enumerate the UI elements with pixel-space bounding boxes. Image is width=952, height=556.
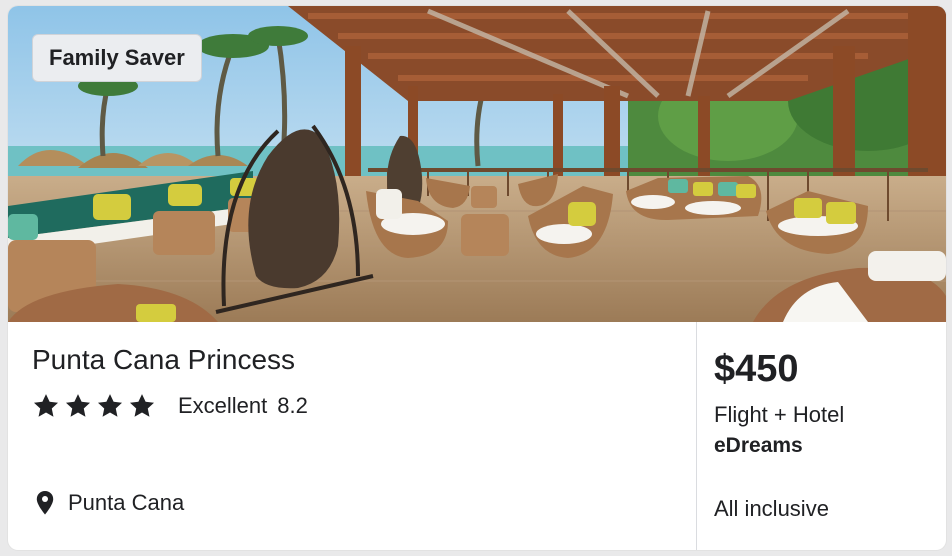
hotel-info: Punta Cana Princess Excellent 8.2 Punta …: [8, 322, 696, 550]
package-type: Flight + Hotel: [714, 402, 845, 427]
star-icon: [65, 394, 91, 417]
star-icon: [97, 394, 123, 417]
hotel-name[interactable]: Punta Cana Princess: [32, 344, 295, 376]
provider-name[interactable]: eDreams: [714, 434, 803, 458]
rating-row: Excellent 8.2: [32, 392, 308, 420]
location-row: Punta Cana: [36, 490, 184, 516]
rating-score: 8.2: [277, 393, 308, 418]
price-panel[interactable]: $450 Flight + Hotel eDreams All inclusiv…: [696, 322, 946, 550]
family-saver-badge: Family Saver: [32, 34, 202, 82]
location-text: Punta Cana: [68, 490, 185, 515]
board-type: All inclusive: [714, 496, 829, 521]
rating-label: Excellent: [178, 393, 268, 418]
badge-label: Family Saver: [49, 45, 185, 70]
map-pin-icon: [36, 491, 54, 515]
price: $450: [714, 348, 799, 390]
hotel-photo[interactable]: Family Saver: [8, 6, 946, 322]
star-rating: [32, 392, 156, 420]
star-icon: [129, 394, 155, 417]
star-icon: [33, 394, 59, 417]
hotel-result-card[interactable]: Family Saver Punta Cana Princess Excelle…: [8, 6, 946, 550]
